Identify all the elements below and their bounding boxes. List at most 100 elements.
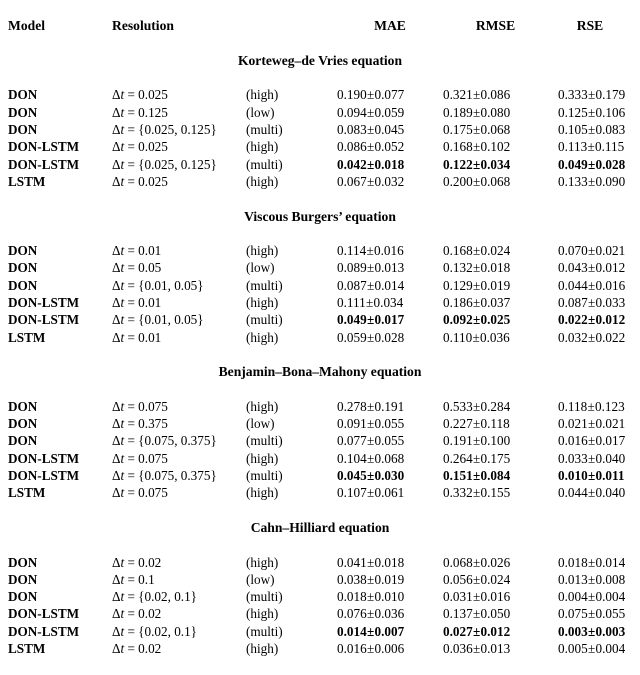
table-row: DON-LSTM Δt = {0.075, 0.375} (multi) 0.045±… (8, 467, 632, 484)
cell-resolution-label: (low) (246, 260, 275, 276)
cell-resolution-label: (high) (246, 398, 279, 414)
cell-model: DON (8, 243, 38, 259)
cell-model: DON (8, 589, 38, 605)
table-row: DON Δt = {0.025, 0.125} (multi) 0.083±0.045… (8, 121, 632, 138)
cell-resolution: Δt = 0.075 (112, 398, 168, 414)
cell-rmse: 0.056±0.024 (443, 571, 511, 587)
cell-model: LSTM (8, 485, 46, 501)
table-row: DON-LSTM Δt = {0.01, 0.05} (multi) 0.049±0.… (8, 311, 632, 328)
cell-rmse: 0.031±0.016 (443, 589, 511, 605)
cell-mae: 0.087±0.014 (337, 277, 405, 293)
cell-resolution-label: (high) (246, 295, 279, 311)
cell-model: LSTM (8, 329, 46, 345)
horizontal-rule (8, 190, 632, 207)
cell-resolution: Δt = {0.075, 0.375} (112, 433, 217, 449)
table-row: DON-LSTM Δt = 0.01 (high) 0.111±0.034 0.186±… (8, 294, 632, 311)
cell-mae: 0.107±0.061 (337, 485, 405, 501)
cell-resolution: Δt = 0.02 (112, 554, 162, 570)
cell-mae: 0.014±0.007 (337, 623, 405, 639)
column-header-mae: MAE (374, 18, 406, 34)
cell-rmse: 0.332±0.155 (443, 485, 511, 501)
cell-rse: 0.043±0.012 (558, 260, 626, 276)
cell-mae: 0.104±0.068 (337, 450, 405, 466)
cell-mae: 0.089±0.013 (337, 260, 405, 276)
results-table-container: Model Resolution MAE RMSE RSE Korteweg–de Vri… (0, 0, 640, 675)
cell-model: DON (8, 571, 38, 587)
cell-rmse: 0.168±0.102 (443, 139, 511, 155)
cell-model: DON (8, 104, 38, 120)
column-header-model: Model (8, 18, 45, 34)
cell-resolution-label: (high) (246, 554, 279, 570)
cell-resolution-label: (multi) (246, 623, 283, 639)
cell-mae: 0.018±0.010 (337, 589, 405, 605)
cell-model: DON (8, 260, 38, 276)
section-header-rule (8, 225, 632, 242)
cell-rmse: 0.068±0.026 (443, 554, 511, 570)
cell-mae: 0.042±0.018 (337, 156, 405, 172)
cell-mae: 0.067±0.032 (337, 173, 405, 189)
cell-mae: 0.091±0.055 (337, 416, 405, 432)
cell-model: DON-LSTM (8, 312, 80, 328)
cell-resolution-label: (high) (246, 329, 279, 345)
cell-resolution-label: (low) (246, 571, 275, 587)
horizontal-rule (8, 225, 632, 242)
cell-model: DON-LSTM (8, 468, 80, 484)
cell-rmse: 0.132±0.018 (443, 260, 511, 276)
cell-resolution-label: (high) (246, 87, 279, 103)
cell-resolution-label: (multi) (246, 589, 283, 605)
cell-mae: 0.038±0.019 (337, 571, 405, 587)
horizontal-rule (8, 69, 632, 86)
cell-rmse: 0.092±0.025 (443, 312, 511, 328)
cell-mae: 0.083±0.045 (337, 122, 405, 138)
cell-rse: 0.070±0.021 (558, 243, 626, 259)
cell-rmse: 0.321±0.086 (443, 87, 511, 103)
cell-resolution: Δt = 0.05 (112, 260, 162, 276)
cell-mae: 0.076±0.036 (337, 606, 405, 622)
cell-model: DON-LSTM (8, 295, 80, 311)
cell-model: DON-LSTM (8, 156, 80, 172)
cell-model: DON (8, 277, 38, 293)
cell-resolution: Δt = 0.01 (112, 295, 162, 311)
table-row: DON-LSTM Δt = {0.02, 0.1} (multi) 0.014±0.0… (8, 623, 632, 640)
section-top-rule (8, 502, 632, 519)
cell-model: DON (8, 433, 38, 449)
cell-mae: 0.049±0.017 (337, 312, 405, 328)
cell-mae: 0.077±0.055 (337, 433, 405, 449)
cell-rse: 0.016±0.017 (558, 433, 626, 449)
cell-model: LSTM (8, 173, 46, 189)
section-top-rule (8, 35, 632, 52)
cell-mae: 0.190±0.077 (337, 87, 405, 103)
cell-resolution: Δt = {0.075, 0.375} (112, 468, 217, 484)
cell-model: DON-LSTM (8, 139, 80, 155)
cell-mae: 0.094±0.059 (337, 104, 405, 120)
cell-resolution-label: (multi) (246, 312, 283, 328)
table-row: DON Δt = 0.025 (high) 0.190±0.077 0.321±0.08… (8, 86, 632, 103)
horizontal-rule (8, 381, 632, 398)
table-row: DON Δt = {0.075, 0.375} (multi) 0.077±0.055… (8, 432, 632, 449)
cell-resolution-label: (multi) (246, 122, 283, 138)
table-row: DON-LSTM Δt = 0.02 (high) 0.076±0.036 0.137±… (8, 605, 632, 622)
section-title-row: Viscous Burgers’ equation (8, 208, 632, 225)
cell-rse: 0.013±0.008 (558, 571, 626, 587)
cell-resolution: Δt = {0.01, 0.05} (112, 312, 204, 328)
cell-resolution: Δt = 0.075 (112, 485, 168, 501)
cell-resolution: Δt = 0.375 (112, 416, 168, 432)
cell-rse: 0.105±0.083 (558, 122, 626, 138)
cell-rse: 0.133±0.090 (558, 173, 626, 189)
table-row: DON Δt = 0.1 (low) 0.038±0.019 0.056±0.024 0.… (8, 571, 632, 588)
cell-model: DON (8, 554, 38, 570)
cell-rse: 0.004±0.004 (558, 589, 626, 605)
cell-rmse: 0.186±0.037 (443, 295, 511, 311)
cell-resolution: Δt = {0.02, 0.1} (112, 623, 198, 639)
cell-resolution-label: (high) (246, 173, 279, 189)
table-row: LSTM Δt = 0.02 (high) 0.016±0.006 0.036±0.01… (8, 640, 632, 657)
cell-rmse: 0.122±0.034 (443, 156, 511, 172)
section-header-rule (8, 536, 632, 553)
horizontal-rule (8, 536, 632, 553)
section-header-rule (8, 69, 632, 86)
table-row: LSTM Δt = 0.01 (high) 0.059±0.028 0.110±0.03… (8, 329, 632, 346)
cell-rmse: 0.227±0.118 (443, 416, 510, 432)
cell-rmse: 0.036±0.013 (443, 640, 511, 656)
cell-mae: 0.111±0.034 (337, 295, 404, 311)
cell-resolution: Δt = 0.02 (112, 640, 162, 656)
